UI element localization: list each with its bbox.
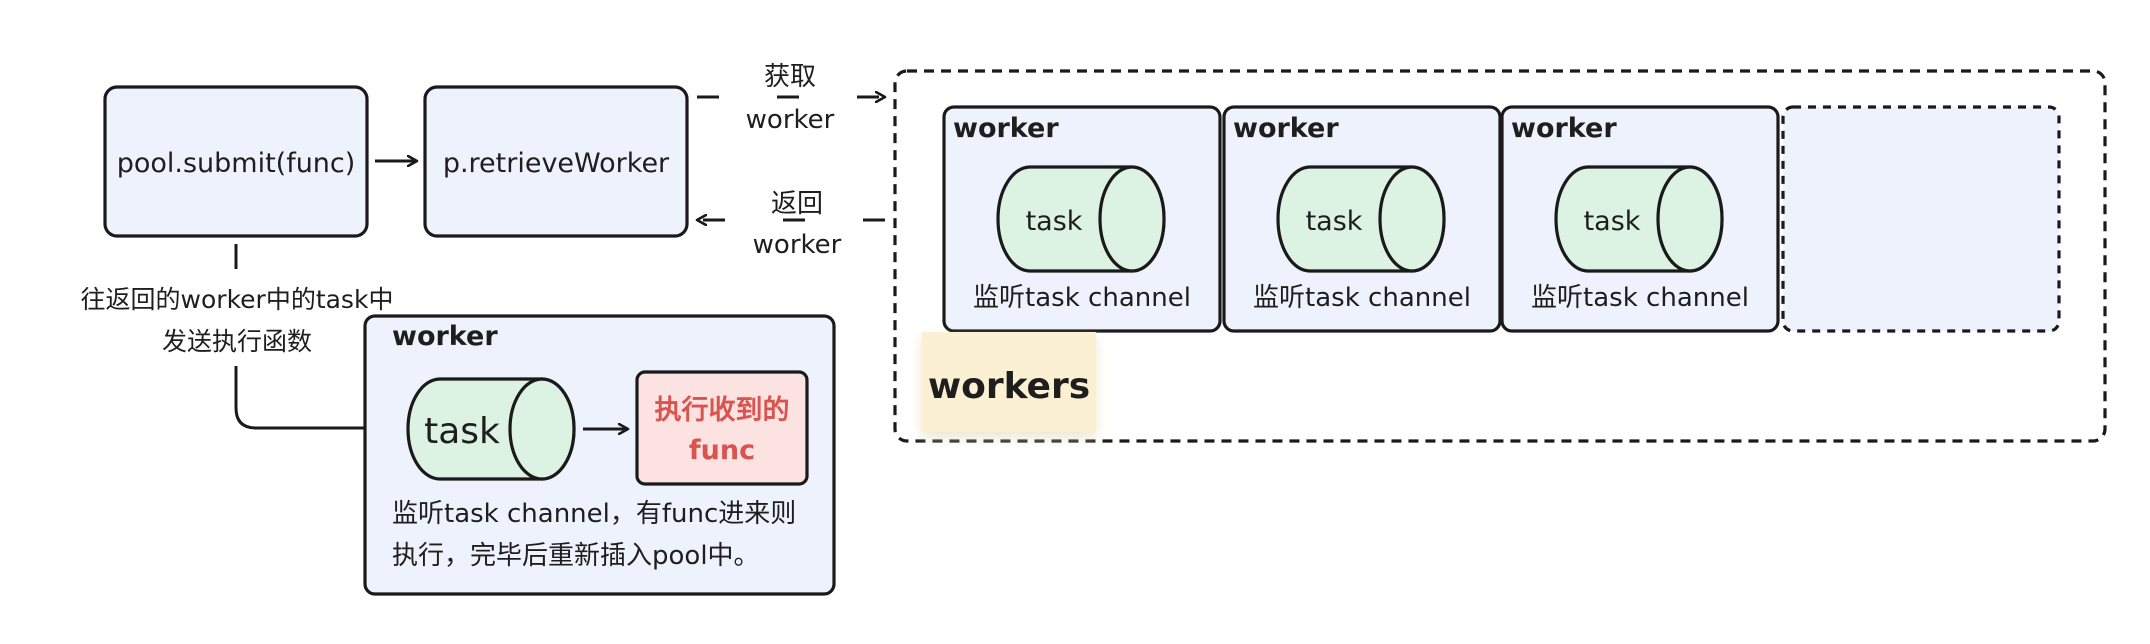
workers-tag-label: workers xyxy=(928,366,1090,407)
submit-node[interactable]: pool.submit(func) xyxy=(103,85,369,238)
retrieve-label: p.retrieveWorker xyxy=(443,148,670,179)
pool-worker-3-listen: 监听task channel xyxy=(1531,283,1749,313)
pool-worker-2[interactable]: worker task 监听task channel xyxy=(1222,105,1502,333)
pool-worker-3-task: task xyxy=(1584,206,1641,237)
worker-detail-desc-1: 监听task channel，有func进来则 xyxy=(392,499,796,529)
edge-label-return-1: 返回 xyxy=(771,189,823,219)
retrieve-node[interactable]: p.retrieveWorker xyxy=(423,85,689,238)
edge-label-send-2: 发送执行函数 xyxy=(162,327,312,356)
edge-label-return-2: worker xyxy=(753,230,842,260)
worker-detail-title: worker xyxy=(392,321,498,352)
edge-label-send-1: 往返回的worker中的task中 xyxy=(81,285,394,314)
worker-detail-desc-2: 执行，完毕后重新插入pool中。 xyxy=(392,541,760,571)
pool-worker-1[interactable]: worker task 监听task channel xyxy=(942,105,1222,333)
pool-worker-1-task: task xyxy=(1026,206,1083,237)
exec-func-line-2: func xyxy=(689,435,755,466)
pool-worker-2-task: task xyxy=(1306,206,1363,237)
edge-label-get-1: 获取 xyxy=(764,62,816,92)
pool-worker-2-listen: 监听task channel xyxy=(1253,283,1471,313)
workers-tag: workers xyxy=(922,332,1096,432)
pool-worker-1-listen: 监听task channel xyxy=(973,283,1191,313)
edge-label-get-2: worker xyxy=(746,105,835,135)
exec-func-box xyxy=(635,370,809,486)
exec-func-line-1: 执行收到的 xyxy=(655,394,790,426)
pool-empty-slot xyxy=(1781,105,2061,333)
worker-detail[interactable]: worker task 执行收到的 func 监听task channel，有f… xyxy=(363,314,836,596)
pool-worker-3[interactable]: worker task 监听task channel xyxy=(1500,105,1780,333)
pool-worker-1-title: worker xyxy=(953,113,1059,144)
worker-detail-task: task xyxy=(424,411,500,452)
pool-worker-3-title: worker xyxy=(1511,113,1617,144)
pool-worker-2-title: worker xyxy=(1233,113,1339,144)
submit-label: pool.submit(func) xyxy=(117,148,356,179)
diagram-canvas: pool.submit(func) p.retrieveWorker 获取 wo… xyxy=(81,62,2107,596)
